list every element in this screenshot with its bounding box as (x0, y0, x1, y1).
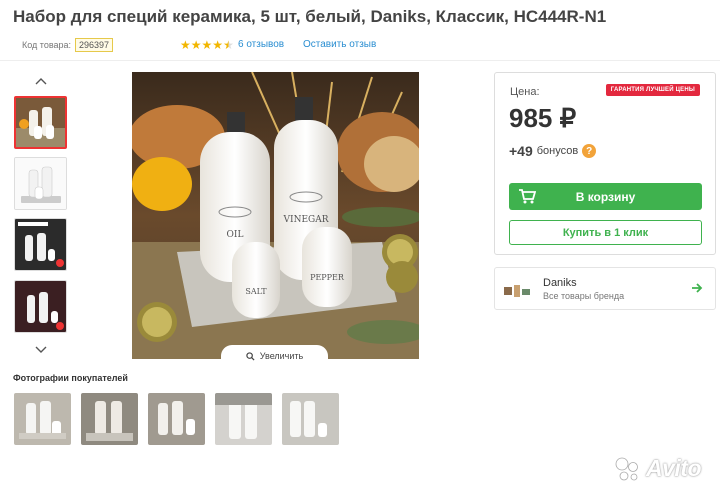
star-half-icon: ★ (223, 38, 234, 52)
avito-watermark: Avito (612, 455, 712, 485)
main-product-image[interactable]: OIL VINEGAR SALT PEPPER (132, 72, 419, 359)
buyer-photo[interactable] (148, 393, 205, 445)
brand-logo (504, 285, 530, 297)
star-icon: ★ (201, 38, 213, 52)
star-icon: ★ (190, 38, 202, 52)
buyer-photo[interactable] (81, 393, 138, 445)
buyer-photo[interactable] (215, 393, 272, 445)
bonus-value: +49 (509, 143, 533, 159)
add-to-cart-label: В корзину (575, 189, 636, 204)
chevron-down-icon[interactable] (31, 343, 51, 357)
add-to-cart-button[interactable]: В корзину (509, 183, 702, 210)
gallery-thumb[interactable] (14, 280, 67, 333)
rating-stars: ★ ★ ★ ★ ★ (180, 38, 234, 52)
product-title: Набор для специй керамика, 5 шт, белый, … (13, 7, 607, 26)
bonus-row: +49 бонусов ? (509, 143, 597, 159)
product-code: Код товара: 296397 (22, 38, 114, 52)
magnifier-icon (246, 351, 255, 361)
header-divider (0, 60, 720, 61)
best-price-badge[interactable]: ГАРАНТИЯ ЛУЧШЕЙ ЦЕНЫ (605, 84, 700, 96)
gallery-thumb[interactable] (14, 157, 67, 210)
brand-subtitle: Все товары бренда (543, 291, 625, 301)
brand-name: Daniks (543, 277, 577, 289)
oil-label: OIL (227, 230, 244, 240)
product-code-value: 296397 (75, 38, 114, 52)
vinegar-label: VINEGAR (283, 215, 329, 225)
question-icon[interactable]: ? (582, 144, 597, 158)
price-value: 985 ₽ (509, 103, 577, 133)
reviews-link[interactable]: 6 отзывов (238, 39, 284, 50)
zoom-button[interactable]: Увеличить (221, 345, 328, 367)
arrow-right-icon (691, 281, 703, 297)
star-icon: ★ (180, 38, 191, 52)
buyer-photo[interactable] (14, 393, 71, 445)
price-label: Цена: (510, 86, 540, 98)
chevron-up-icon[interactable] (31, 74, 51, 88)
star-icon: ★ (212, 38, 224, 52)
avito-watermark-text: Avito (646, 455, 702, 481)
gallery-thumb[interactable] (14, 218, 67, 271)
buyer-photo[interactable] (282, 393, 339, 445)
buy-one-click-button[interactable]: Купить в 1 клик (509, 220, 702, 245)
brand-card[interactable]: Daniks Все товары бренда (494, 267, 716, 310)
leave-review-link[interactable]: Оставить отзыв (303, 39, 376, 50)
salt-label: SALT (245, 287, 267, 296)
cart-icon (519, 189, 536, 204)
avito-logo-icon (615, 457, 638, 481)
zoom-label: Увеличить (259, 351, 304, 361)
pepper-label: PEPPER (310, 273, 345, 282)
gallery-thumb[interactable] (14, 96, 67, 149)
buyer-photos-title: Фотографии покупателей (13, 373, 128, 383)
bonus-label: бонусов (536, 145, 579, 157)
product-code-label: Код товара: (22, 40, 72, 50)
buy-box: Цена: ГАРАНТИЯ ЛУЧШЕЙ ЦЕНЫ 985 ₽ +49 бон… (494, 72, 716, 255)
